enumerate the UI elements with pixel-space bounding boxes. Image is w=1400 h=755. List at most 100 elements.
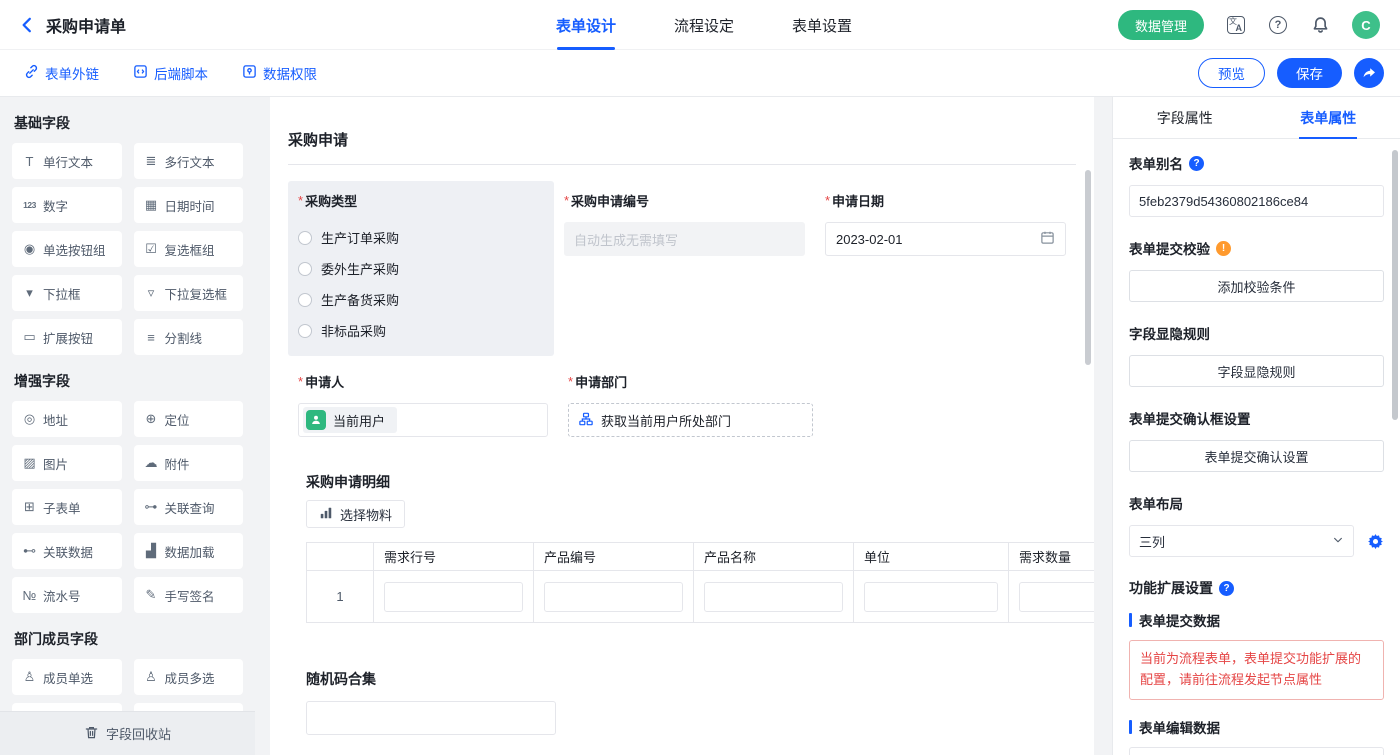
sidebar-item-select[interactable]: ▾下拉框: [12, 275, 122, 311]
select-material-button[interactable]: 选择物料: [306, 500, 405, 528]
apply-date-input[interactable]: 2023-02-01: [825, 222, 1066, 256]
visibility-rules-button[interactable]: 字段显隐规则: [1129, 355, 1384, 387]
checkbox-group-icon: ☑: [142, 241, 161, 257]
sidebar-item-number[interactable]: 123数字: [12, 187, 122, 223]
sidebar-item-checkbox-group[interactable]: ☑复选框组: [134, 231, 244, 267]
request-no-input[interactable]: 自动生成无需填写: [564, 222, 805, 256]
field-applicant[interactable]: *申请人 当前用户: [288, 362, 558, 447]
multi-line-text-icon: ≣: [142, 153, 161, 169]
page-scrollbar[interactable]: [1392, 150, 1398, 420]
data-permission-link[interactable]: 数据权限: [242, 63, 317, 83]
field-item-label: 复选框组: [165, 240, 215, 259]
field-label: *申请日期: [825, 191, 1066, 210]
image-icon: ▨: [20, 455, 39, 471]
row-index: 1: [307, 571, 374, 623]
detail-table-body-row: 1: [307, 571, 1095, 623]
backend-script-link[interactable]: 后端脚本: [133, 63, 208, 83]
form-external-link[interactable]: 表单外链: [24, 63, 99, 83]
sidebar-item-linked-data[interactable]: ⊷关联数据: [12, 533, 122, 569]
tab-form-design[interactable]: 表单设计: [556, 0, 616, 50]
add-validation-button[interactable]: 添加校验条件: [1129, 270, 1384, 302]
field-random-code[interactable]: 随机码合集: [288, 669, 1076, 735]
radio-option[interactable]: 委外生产采购: [298, 253, 544, 284]
avatar[interactable]: C: [1352, 11, 1380, 39]
sidebar-item-serial-number[interactable]: №流水号: [12, 577, 122, 613]
cell-input[interactable]: [864, 582, 998, 612]
radio-option[interactable]: 生产备货采购: [298, 284, 544, 315]
layout-select[interactable]: 三列: [1129, 525, 1354, 557]
field-label: *申请部门: [568, 372, 813, 391]
form-layout-label: 表单布局: [1129, 493, 1384, 513]
tab-form-properties[interactable]: 表单属性: [1257, 97, 1400, 138]
radio-option[interactable]: 生产订单采购: [298, 222, 544, 253]
cell-input[interactable]: [544, 582, 683, 612]
sidebar-item-image[interactable]: ▨图片: [12, 445, 122, 481]
sidebar-item-data-load[interactable]: ▟数据加载: [134, 533, 244, 569]
sidebar-item-single-line-text[interactable]: T单行文本: [12, 143, 122, 179]
sidebar-item-extend-button[interactable]: ▭扩展按钮: [12, 319, 122, 355]
notification-bell-icon[interactable]: [1310, 15, 1330, 35]
sidebar-item-attachment[interactable]: ☁附件: [134, 445, 244, 481]
random-code-input[interactable]: [306, 701, 556, 735]
cell-input[interactable]: [704, 582, 843, 612]
help-icon[interactable]: ?: [1189, 156, 1204, 171]
warning-icon[interactable]: !: [1216, 241, 1231, 256]
sidebar-item-multi-line-text[interactable]: ≣多行文本: [134, 143, 244, 179]
detail-table: 需求行号产品编号产品名称单位需求数量 1: [306, 542, 1094, 623]
canvas-scrollbar[interactable]: [1085, 170, 1091, 365]
save-button[interactable]: 保存: [1277, 58, 1342, 88]
tag-label: 获取当前用户所处部门: [601, 411, 731, 430]
field-apply-date[interactable]: *申请日期 2023-02-01: [815, 181, 1076, 356]
serial-number-icon: №: [20, 588, 39, 603]
address-icon: ◎: [20, 411, 39, 427]
help-icon[interactable]: ?: [1219, 581, 1234, 596]
sidebar-item-address[interactable]: ◎地址: [12, 401, 122, 437]
data-manage-button[interactable]: 数据管理: [1118, 10, 1204, 40]
field-detail-subform[interactable]: 采购申请明细 选择物料 需求行号产品编号产品名称单位需求数量 1: [288, 472, 1076, 623]
cell-input[interactable]: [384, 582, 523, 612]
field-request-no[interactable]: *采购申请编号 自动生成无需填写: [554, 181, 815, 356]
tab-form-settings[interactable]: 表单设置: [792, 0, 852, 50]
field-item-label: 定位: [165, 410, 190, 429]
sidebar-item-multi-select[interactable]: ▿下拉复选框: [134, 275, 244, 311]
preview-button[interactable]: 预览: [1198, 58, 1265, 88]
sidebar-item-radio-group[interactable]: ◉单选按钮组: [12, 231, 122, 267]
applicant-input[interactable]: 当前用户: [298, 403, 548, 437]
field-recycle-bin[interactable]: 字段回收站: [0, 711, 255, 755]
multi-select-icon: ▿: [142, 285, 161, 301]
field-item-label: 成员多选: [165, 668, 215, 687]
radio-option[interactable]: 非标品采购: [298, 315, 544, 346]
select-icon: ▾: [20, 285, 39, 301]
purchase-type-options: 生产订单采购委外生产采购生产备货采购非标品采购: [298, 222, 544, 346]
submit-confirm-button[interactable]: 表单提交确认设置: [1129, 440, 1384, 472]
field-apply-dept[interactable]: *申请部门 获取当前用户所处部门: [558, 362, 823, 447]
form-alias-input[interactable]: 5feb2379d54360802186ce84: [1129, 185, 1384, 217]
sidebar-item-linked-query[interactable]: ⊶关联查询: [134, 489, 244, 525]
edit-data-control[interactable]: [1129, 747, 1384, 755]
sidebar-item-datetime[interactable]: ▦日期时间: [134, 187, 244, 223]
help-icon[interactable]: ?: [1268, 15, 1288, 35]
field-purchase-type[interactable]: *采购类型 生产订单采购委外生产采购生产备货采购非标品采购: [288, 181, 554, 356]
sidebar-item-divider[interactable]: ≡分割线: [134, 319, 244, 355]
tab-flow-setting[interactable]: 流程设定: [674, 0, 734, 50]
recycle-label: 字段回收站: [106, 724, 171, 743]
current-user-tag[interactable]: 当前用户: [303, 407, 397, 433]
sidebar-item-location[interactable]: ⊕定位: [134, 401, 244, 437]
radio-circle-icon: [298, 231, 312, 245]
linked-data-icon: ⊷: [20, 543, 39, 559]
sidebar-item-signature[interactable]: ✎手写签名: [134, 577, 244, 613]
required-mark: *: [568, 374, 573, 389]
field-label: *采购类型: [298, 191, 544, 210]
edit-data-section-label: 表单编辑数据: [1129, 717, 1384, 737]
dept-source-box[interactable]: 获取当前用户所处部门: [568, 403, 813, 437]
sidebar-item-member-single[interactable]: ♙成员单选: [12, 659, 122, 695]
gear-icon[interactable]: [1367, 533, 1384, 550]
page-title: 采购申请单: [46, 13, 126, 37]
sidebar-item-subform[interactable]: ⊞子表单: [12, 489, 122, 525]
language-icon[interactable]: 文A: [1226, 15, 1246, 35]
back-button[interactable]: [16, 14, 38, 36]
tab-field-properties[interactable]: 字段属性: [1113, 97, 1257, 138]
sidebar-item-member-multi[interactable]: ♙成员多选: [134, 659, 244, 695]
share-button[interactable]: [1354, 58, 1384, 88]
cell-input[interactable]: [1019, 582, 1094, 612]
